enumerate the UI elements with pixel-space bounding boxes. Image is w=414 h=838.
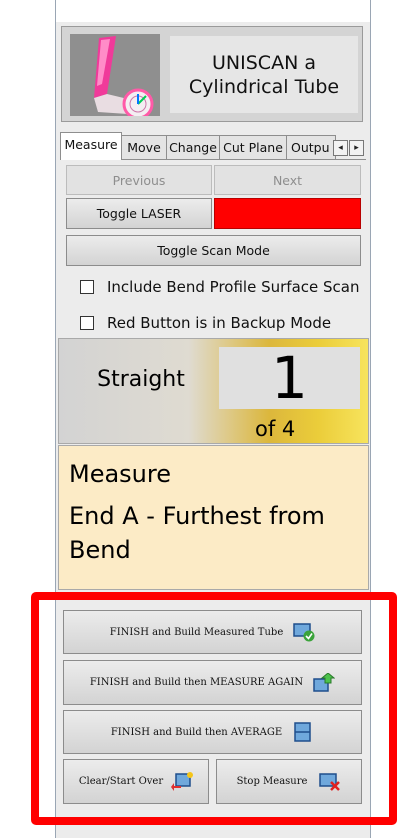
clear-start-over-label: Clear/Start Over (78, 776, 164, 787)
segment-label: Straight (97, 367, 185, 392)
tab-change[interactable]: Change (166, 135, 220, 159)
instruction-panel: Measure End A - Furthest from Bend (58, 445, 369, 590)
bend-profile-option[interactable]: Include Bend Profile Surface Scan (80, 278, 359, 296)
segment-total: of 4 (255, 417, 296, 441)
toggle-laser-button[interactable]: Toggle LASER (66, 198, 212, 229)
finish-build-button[interactable]: FINISH and Build Measured Tube (63, 610, 362, 654)
stop-measure-button[interactable]: Stop Measure (216, 759, 362, 804)
top-strip (56, 0, 370, 22)
header: UNISCAN a Cylindrical Tube (61, 26, 363, 122)
backup-mode-label: Red Button is in Backup Mode (107, 314, 332, 332)
finish-measure-again-label: FINISH and Build then MEASURE AGAIN (89, 677, 304, 688)
tube-clear-icon (171, 771, 194, 791)
tube-check-icon (293, 623, 315, 642)
tab-cut-plane[interactable]: Cut Plane (219, 135, 287, 159)
backup-mode-option[interactable]: Red Button is in Backup Mode (80, 314, 331, 332)
tube-stop-icon (319, 772, 341, 791)
finish-average-label: FINISH and Build then AVERAGE (110, 726, 283, 738)
tab-scroll-right-icon[interactable]: ▸ (349, 140, 364, 156)
page-title: UNISCAN a Cylindrical Tube (170, 36, 358, 113)
tube-image-icon (94, 36, 154, 120)
toggle-scan-mode-button[interactable]: Toggle Scan Mode (66, 235, 361, 266)
previous-button[interactable]: Previous (66, 165, 212, 195)
finish-average-button[interactable]: FINISH and Build then AVERAGE (63, 710, 362, 754)
tube-thumbnail (70, 34, 160, 120)
tube-average-icon (294, 722, 311, 742)
tab-move[interactable]: Move (121, 135, 167, 159)
tab-measure[interactable]: Measure (60, 132, 122, 160)
instruction-title: Measure (69, 460, 171, 488)
instruction-detail: End A - Furthest from Bend (69, 502, 325, 564)
tab-bar: Measure Move Change Cut Plane Outpu ◂ ▸ (60, 132, 366, 160)
finish-build-label: FINISH and Build Measured Tube (109, 626, 284, 638)
laser-status-indicator (214, 198, 361, 229)
stop-measure-label: Stop Measure (236, 776, 308, 787)
bend-profile-label: Include Bend Profile Surface Scan (107, 278, 360, 296)
tube-up-arrow-icon (313, 672, 336, 692)
bend-profile-checkbox[interactable] (80, 280, 94, 294)
segment-progress: Straight 1 of 4 (58, 338, 369, 444)
tab-output[interactable]: Outpu (286, 135, 336, 159)
clear-start-over-button[interactable]: Clear/Start Over (63, 759, 209, 804)
segment-index: 1 (219, 344, 360, 412)
tab-scroll-left-icon[interactable]: ◂ (333, 140, 348, 156)
finish-measure-again-button[interactable]: FINISH and Build then MEASURE AGAIN (63, 660, 362, 705)
backup-mode-checkbox[interactable] (80, 316, 94, 330)
measure-panel: UNISCAN a Cylindrical Tube Measure Move … (55, 0, 371, 838)
next-button[interactable]: Next (214, 165, 361, 195)
